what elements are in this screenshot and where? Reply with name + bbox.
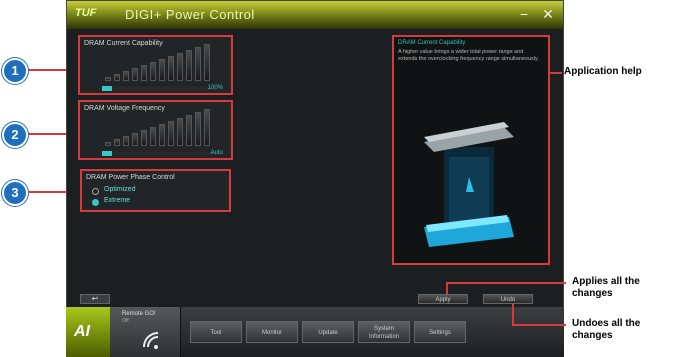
level-bar (159, 59, 165, 81)
callout-line-help (550, 72, 562, 74)
application-help-callout: Application help (564, 66, 642, 77)
level-bars[interactable] (105, 106, 215, 146)
back-button[interactable]: ↩ (80, 294, 110, 304)
radio-label: Optimized (104, 186, 136, 193)
level-slider[interactable] (104, 87, 216, 90)
remote-go-button[interactable]: Remote GO! Off (110, 307, 181, 357)
nav-system-information[interactable]: System Information (358, 321, 410, 343)
level-bar (195, 47, 201, 81)
applies-line-1: Applies all the (572, 276, 640, 287)
ai-suite-label: AI (74, 323, 90, 340)
level-bar (123, 136, 129, 146)
level-bar (168, 121, 174, 146)
radio-dot[interactable] (92, 188, 99, 195)
callout-line-undo-v (512, 304, 514, 326)
callout-line-undo-h (512, 324, 566, 326)
level-bar (132, 68, 138, 81)
help-title: DRAM Current Capability (398, 40, 466, 46)
level-bar (132, 133, 138, 146)
level-bar (159, 124, 165, 146)
window-title: DIGI+ Power Control (125, 7, 255, 22)
callout-marker-1: 1 (2, 58, 28, 84)
callout-line-apply-h (446, 282, 566, 284)
remote-go-label: Remote GO! (122, 311, 156, 317)
slider-knob[interactable] (102, 151, 112, 156)
dram-current-capability-panel: DRAM Current Capability 100% (78, 35, 233, 95)
undoes-callout: Undoes all the changes (572, 318, 640, 342)
level-bar (141, 130, 147, 146)
footer-bar: AI Remote GO! Off Tool Monitor Update Sy… (66, 307, 564, 357)
title-bar[interactable]: TUF DIGI+ Power Control − ✕ (67, 1, 563, 29)
undoes-line-2: changes (572, 330, 613, 341)
level-bar (195, 112, 201, 146)
slider-knob[interactable] (102, 86, 112, 91)
level-bar (186, 115, 192, 146)
radio-extreme[interactable]: Extreme (92, 197, 242, 209)
level-bar (105, 142, 111, 146)
ai-suite-logo[interactable]: AI (66, 307, 110, 357)
dram-voltage-frequency-panel: DRAM Voltage Frequency Auto (78, 100, 233, 160)
level-value: 100% (207, 85, 223, 91)
applies-line-2: changes (572, 288, 613, 299)
remote-go-status: Off (122, 318, 129, 324)
level-bar (177, 53, 183, 81)
level-bar (204, 109, 210, 146)
level-bar (123, 71, 129, 81)
level-bar (150, 127, 156, 146)
level-bar (204, 44, 210, 81)
nav-tool[interactable]: Tool (190, 321, 242, 343)
help-text: A higher value brings a wider total powe… (398, 49, 539, 62)
radio-label: Extreme (104, 197, 131, 204)
memory-module-illustration (424, 122, 514, 247)
nav-update[interactable]: Update (302, 321, 354, 343)
level-value: Auto (210, 150, 223, 156)
application-help-pane: DRAM Current Capability A higher value b… (392, 35, 550, 265)
dram-power-phase-panel: DRAM Power Phase Control Optimized Extre… (80, 169, 231, 212)
level-bar (168, 56, 174, 81)
level-bar (177, 118, 183, 146)
callout-marker-2: 2 (2, 122, 28, 148)
close-button[interactable]: ✕ (539, 5, 557, 23)
undo-button[interactable]: Undo (483, 294, 533, 304)
level-bar (114, 139, 120, 146)
level-bar (186, 50, 192, 81)
level-bars[interactable] (105, 41, 215, 81)
panel-title: DRAM Power Phase Control (86, 174, 175, 181)
applies-callout: Applies all the changes (572, 276, 640, 300)
wifi-icon (143, 332, 159, 349)
level-bar (105, 77, 111, 81)
tuf-logo: TUF (75, 7, 97, 19)
undoes-line-1: Undoes all the (572, 318, 641, 329)
level-bar (141, 65, 147, 81)
apply-button[interactable]: Apply (418, 294, 468, 304)
nav-monitor[interactable]: Monitor (246, 321, 298, 343)
level-bar (150, 62, 156, 81)
minimize-button[interactable]: − (515, 5, 533, 23)
callout-marker-3: 3 (2, 180, 28, 206)
level-bar (114, 74, 120, 81)
level-slider[interactable] (104, 152, 216, 155)
nav-settings[interactable]: Settings (414, 321, 466, 343)
radio-dot[interactable] (92, 199, 99, 206)
